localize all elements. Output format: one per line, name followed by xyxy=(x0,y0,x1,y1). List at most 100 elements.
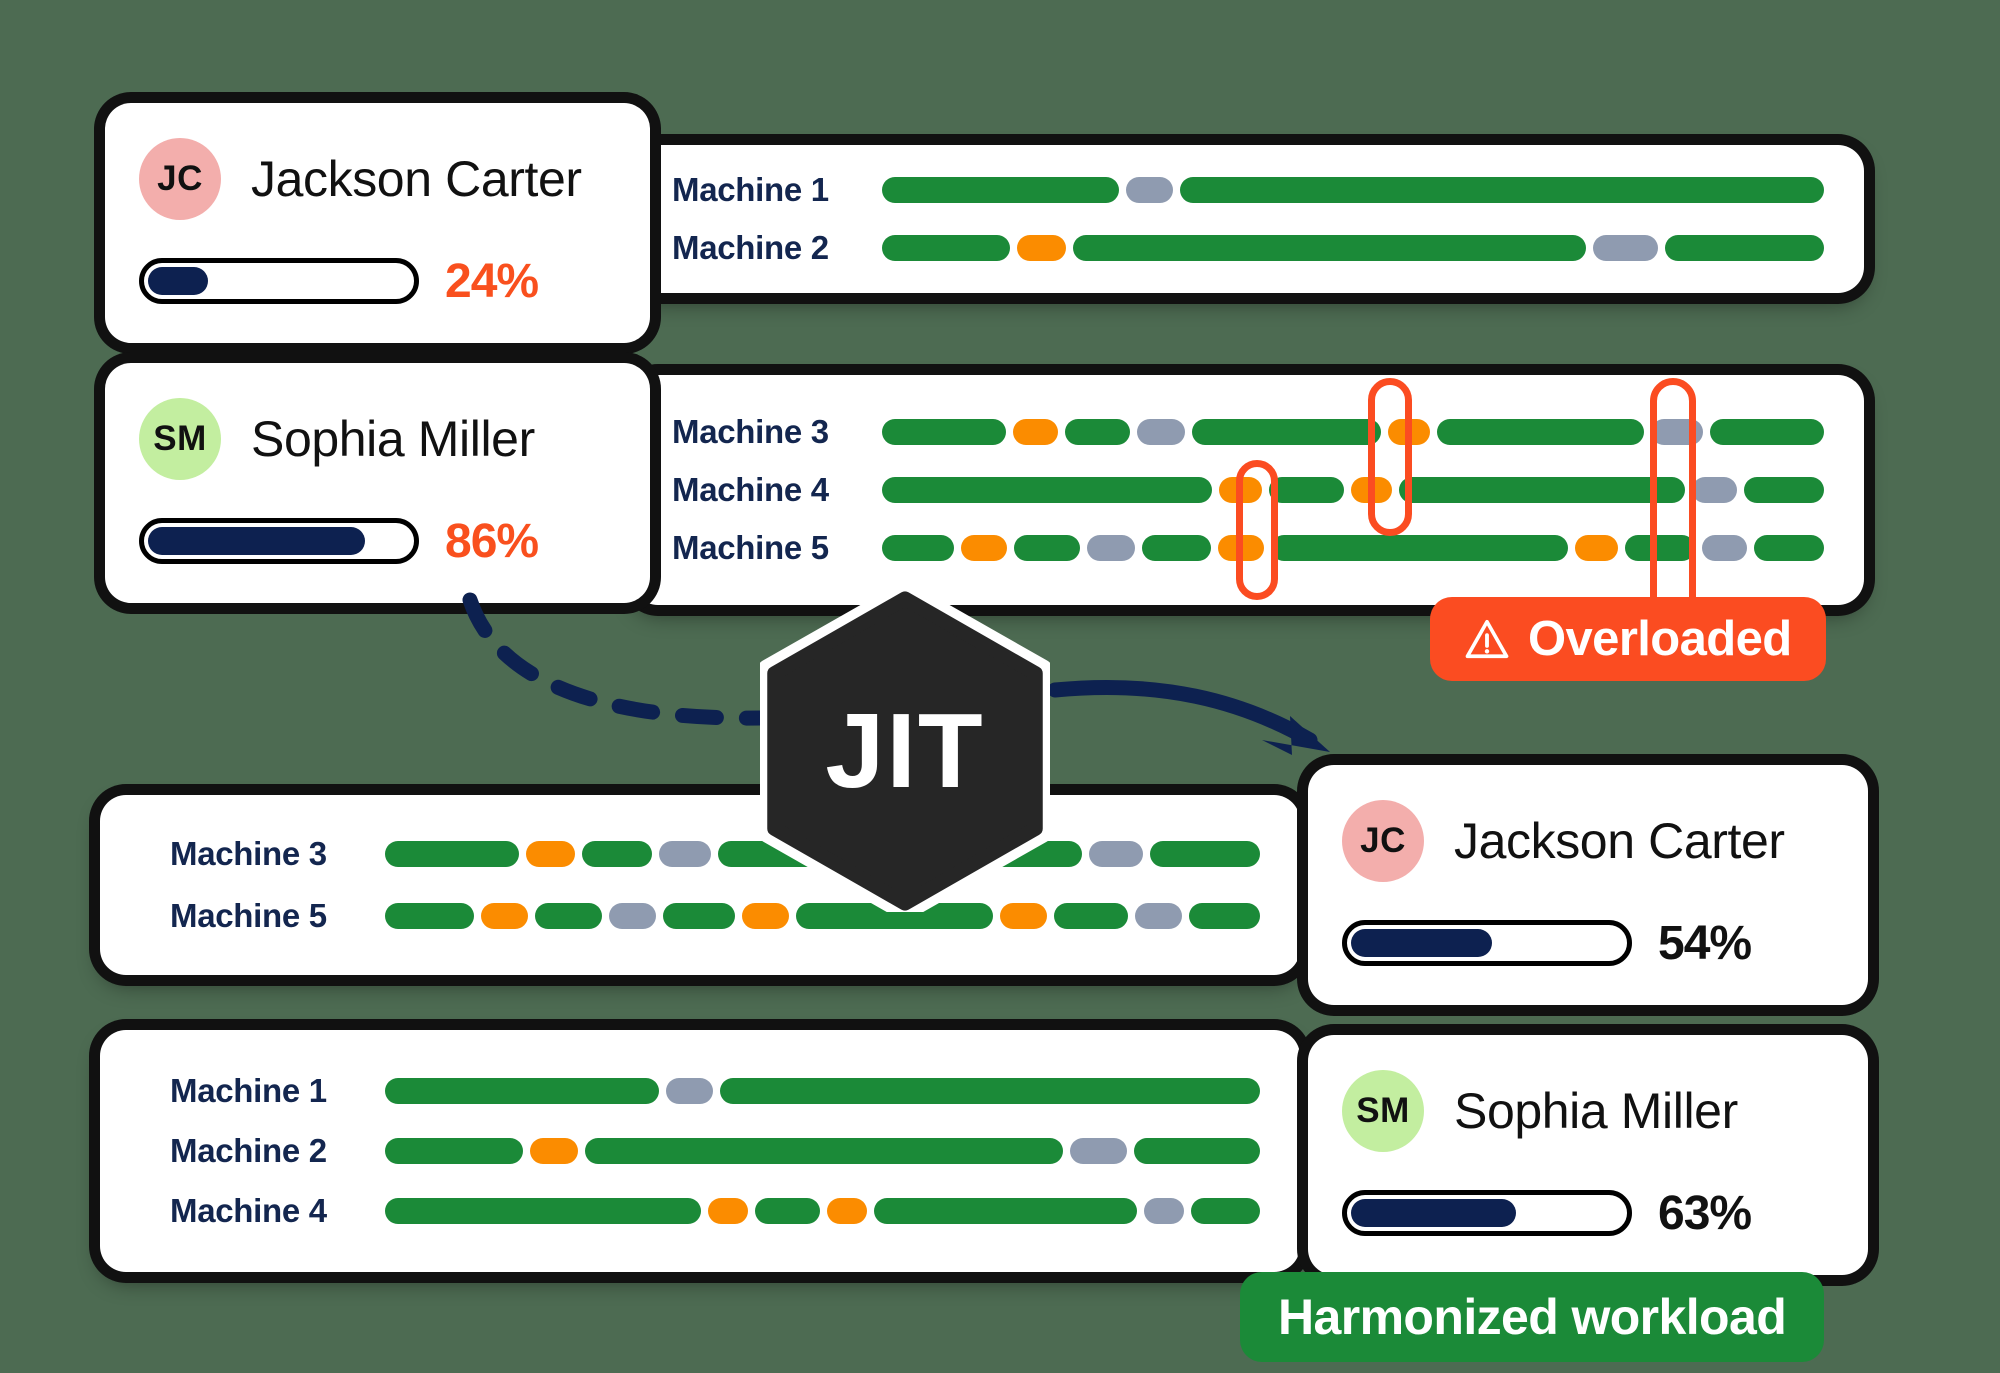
jit-logo: JIT xyxy=(760,590,1050,912)
machine-segment-active xyxy=(1191,419,1381,445)
status-badge-overloaded: Overloaded xyxy=(1430,597,1826,681)
machine-segment-active xyxy=(385,1078,659,1104)
person-card-before-sophia[interactable]: SM Sophia Miller 86% xyxy=(105,363,650,603)
machine-segment-active xyxy=(663,903,735,929)
machine-segment-active xyxy=(1134,1138,1260,1164)
status-badge-harmonized: Harmonized workload xyxy=(1240,1272,1825,1362)
table-row: Machine 2 xyxy=(672,229,1824,267)
solid-arrow-out xyxy=(1047,679,1318,748)
machine-rows-after-c: Machine 3 Machine 5 xyxy=(100,795,1300,975)
machine-track[interactable] xyxy=(882,177,1824,203)
workload-meter[interactable] xyxy=(139,518,419,564)
workload-percent: 24% xyxy=(445,254,539,308)
workload-meter[interactable] xyxy=(139,258,419,304)
machine-segment-active xyxy=(1190,1198,1260,1224)
person-name: Jackson Carter xyxy=(1454,812,1785,869)
machine-segment-active xyxy=(1149,841,1260,867)
machine-segment-active xyxy=(1710,419,1824,445)
machine-segment-setup xyxy=(1350,477,1392,503)
machine-label: Machine 1 xyxy=(672,171,829,208)
machine-track[interactable] xyxy=(882,477,1824,503)
table-row: Machine 3 xyxy=(672,413,1824,451)
machine-segment-active xyxy=(1179,177,1824,203)
machine-segment-setup xyxy=(1017,235,1066,261)
avatar: SM xyxy=(1342,1069,1424,1152)
avatar: JC xyxy=(139,137,221,220)
machine-label: Machine 4 xyxy=(672,471,829,508)
table-row: Machine 4 xyxy=(170,1192,1260,1230)
person-card-after-jackson[interactable]: JC Jackson Carter 54% xyxy=(1308,765,1868,1005)
workload-meter-fill xyxy=(148,527,365,555)
machine-segment-active xyxy=(1625,535,1695,561)
machine-segment-setup xyxy=(1387,419,1431,445)
machine-rows-before-b: Machine 3 Machine 4 Machine 5 xyxy=(632,375,1864,605)
machine-segment-active xyxy=(1754,535,1824,561)
machine-segment-active xyxy=(385,841,520,867)
machine-label: Machine 2 xyxy=(170,1132,327,1169)
machines-panel-after-c: Machine 3 Machine 5 xyxy=(100,795,1300,975)
machine-segment-active xyxy=(720,1078,1260,1104)
table-row: Machine 5 xyxy=(170,897,1260,935)
machine-segment-active xyxy=(581,841,653,867)
dashed-arrow-in xyxy=(462,592,768,726)
workload-percent: 63% xyxy=(1658,1186,1752,1240)
machine-segment-idle xyxy=(659,841,711,867)
machine-label: Machine 1 xyxy=(170,1072,327,1109)
machine-segment-active xyxy=(385,903,474,929)
machine-segment-active xyxy=(1270,535,1569,561)
workload-meter[interactable] xyxy=(1342,920,1632,966)
status-badge-label: Harmonized workload xyxy=(1278,1289,1787,1345)
machine-segment-active xyxy=(882,419,1007,445)
person-card-after-sophia[interactable]: SM Sophia Miller 63% xyxy=(1308,1035,1868,1275)
table-row: Machine 3 xyxy=(170,835,1260,873)
machine-label: Machine 3 xyxy=(672,413,829,450)
machine-segment-idle xyxy=(1592,235,1658,261)
machine-segment-idle xyxy=(665,1078,714,1104)
machine-segment-idle xyxy=(1134,903,1182,929)
machine-segment-active xyxy=(584,1138,1063,1164)
table-row: Machine 1 xyxy=(672,171,1824,209)
table-row: Machine 4 xyxy=(672,471,1824,509)
table-row: Machine 1 xyxy=(170,1072,1260,1110)
machine-track[interactable] xyxy=(882,419,1824,445)
machine-segment-active xyxy=(534,903,603,929)
avatar: SM xyxy=(139,397,221,480)
machine-track[interactable] xyxy=(385,1198,1260,1224)
machine-segment-setup xyxy=(530,1138,578,1164)
workload-meter-fill xyxy=(148,267,208,295)
machine-segment-active xyxy=(882,535,954,561)
machine-segment-active xyxy=(1141,535,1212,561)
machine-track[interactable] xyxy=(385,1138,1260,1164)
machine-segment-idle xyxy=(1137,419,1185,445)
machine-segment-active xyxy=(873,1198,1137,1224)
machine-segment-idle xyxy=(1692,477,1738,503)
machine-segment-active xyxy=(882,477,1212,503)
workload-meter-fill xyxy=(1351,1199,1516,1227)
workload-meter[interactable] xyxy=(1342,1190,1632,1236)
machine-track[interactable] xyxy=(882,235,1824,261)
person-name: Sophia Miller xyxy=(251,410,535,467)
machine-segment-active xyxy=(1744,477,1824,503)
machine-segment-setup xyxy=(1013,419,1059,445)
person-name: Sophia Miller xyxy=(1454,1082,1738,1139)
machine-segment-active xyxy=(882,235,1011,261)
machine-segment-idle xyxy=(1069,1138,1128,1164)
machine-segment-idle xyxy=(1143,1198,1184,1224)
avatar: JC xyxy=(1342,799,1424,882)
machine-track[interactable] xyxy=(385,1078,1260,1104)
machine-segment-idle xyxy=(1089,841,1143,867)
machine-segment-active xyxy=(1188,903,1260,929)
person-name: Jackson Carter xyxy=(251,150,582,207)
machine-segment-idle xyxy=(1126,177,1173,203)
machine-track[interactable] xyxy=(882,535,1824,561)
machine-segment-setup xyxy=(526,841,575,867)
table-row: Machine 5 xyxy=(672,529,1824,567)
machine-segment-setup xyxy=(1575,535,1619,561)
person-card-before-jackson[interactable]: JC Jackson Carter 24% xyxy=(105,103,650,343)
machine-segment-setup xyxy=(707,1198,748,1224)
machines-panel-before-b: Machine 3 Machine 4 Machine 5 xyxy=(632,375,1864,605)
machine-segment-active xyxy=(1072,235,1586,261)
machine-segment-active xyxy=(1065,419,1131,445)
machines-panel-before-a: Machine 1 Machine 2 xyxy=(632,145,1864,293)
machine-label: Machine 2 xyxy=(672,229,829,266)
